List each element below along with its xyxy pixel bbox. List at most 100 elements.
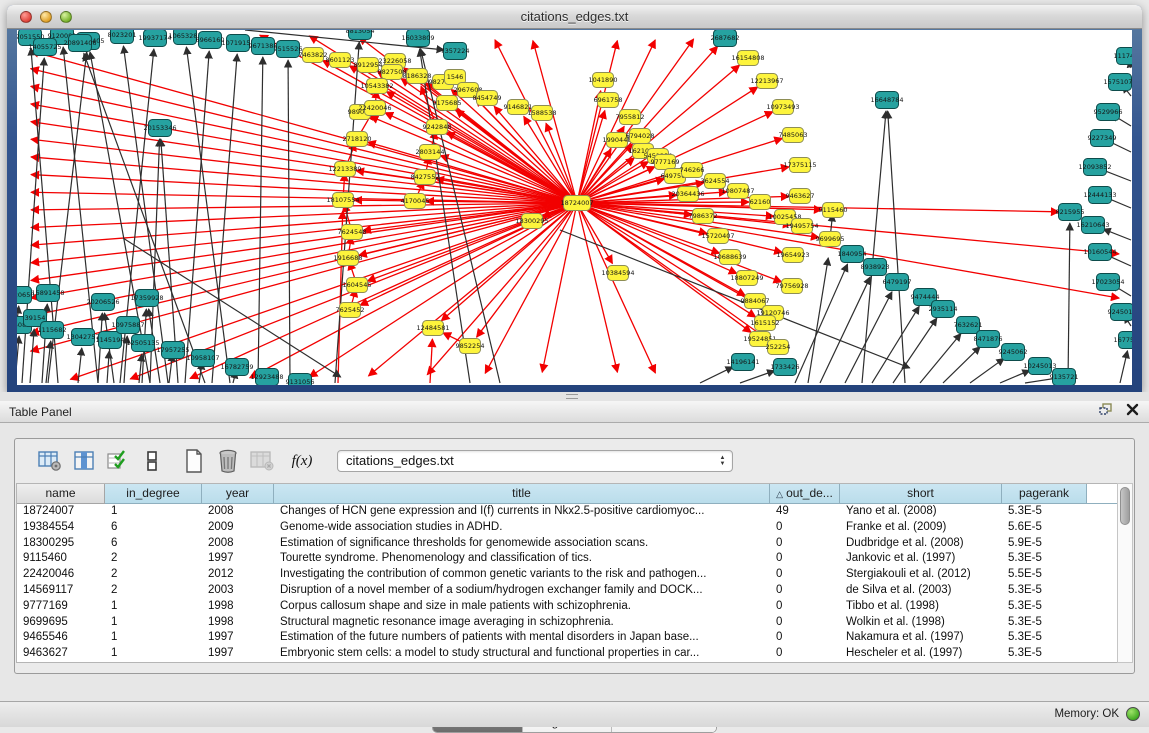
table-cell[interactable]: Genome-wide association studies in ADHD. bbox=[274, 520, 770, 536]
column-header-year[interactable]: year bbox=[202, 484, 274, 504]
graph-node[interactable]: 1733426 bbox=[771, 359, 800, 376]
table-cell[interactable]: 2 bbox=[105, 567, 202, 583]
graph-node[interactable]: 9245012 bbox=[1108, 304, 1132, 321]
citation-edge-black[interactable] bbox=[820, 277, 870, 383]
graph-node[interactable]: 14055725 bbox=[28, 39, 61, 56]
table-cell[interactable]: 1 bbox=[105, 599, 202, 615]
graph-node[interactable]: 7357224 bbox=[441, 43, 470, 60]
graph-node[interactable]: 20206526 bbox=[86, 294, 119, 311]
graph-node[interactable]: 1588538 bbox=[528, 106, 557, 121]
graph-node[interactable]: 19937174 bbox=[138, 30, 171, 47]
create-column-button[interactable] bbox=[179, 447, 209, 475]
graph-node[interactable]: 10688639 bbox=[713, 250, 746, 265]
graph-node[interactable]: 16648784 bbox=[870, 92, 903, 109]
table-cell[interactable]: Dudbridge et al. (2008) bbox=[840, 536, 1002, 552]
table-cell[interactable]: Embryonic stem cells: a model to study s… bbox=[274, 646, 770, 662]
network-canvas[interactable]: 2051550912009120811405802320114055725208… bbox=[17, 30, 1132, 385]
graph-node[interactable]: 4170045 bbox=[401, 194, 430, 209]
delete-column-button[interactable] bbox=[213, 447, 243, 475]
table-vertical-scrollbar[interactable] bbox=[1117, 483, 1133, 663]
graph-node[interactable]: 9175685 bbox=[433, 96, 462, 111]
graph-node[interactable]: 1117456 bbox=[1114, 48, 1132, 65]
citation-edge-black[interactable] bbox=[700, 367, 733, 383]
graph-node[interactable]: 7955812 bbox=[616, 110, 645, 125]
graph-node[interactable]: 9777169 bbox=[651, 155, 680, 170]
citation-edge-black[interactable] bbox=[1103, 229, 1131, 240]
table-cell[interactable]: 2008 bbox=[202, 536, 274, 552]
table-cell[interactable]: 14569117 bbox=[17, 583, 105, 599]
graph-node[interactable]: 9135721 bbox=[1050, 369, 1079, 386]
table-row[interactable]: 1830029562008Estimation of significance … bbox=[17, 536, 1119, 552]
table-cell[interactable]: 5.5E-5 bbox=[1002, 567, 1087, 583]
graph-node[interactable]: 9852254 bbox=[456, 339, 485, 354]
table-cell[interactable]: 2 bbox=[105, 583, 202, 599]
table-cell[interactable]: 1 bbox=[105, 504, 202, 520]
table-cell[interactable]: 9465546 bbox=[17, 630, 105, 646]
citation-edge-red[interactable] bbox=[250, 203, 577, 378]
graph-node[interactable]: 8023201 bbox=[108, 30, 137, 44]
table-cell[interactable]: 18724007 bbox=[17, 504, 105, 520]
citation-edge-black[interactable] bbox=[970, 358, 1004, 383]
table-cell[interactable]: Structural magnetic resonance image aver… bbox=[274, 615, 770, 631]
table-cell[interactable]: Estimation of the future numbers of pati… bbox=[274, 630, 770, 646]
graph-node[interactable]: 9131056 bbox=[286, 374, 315, 386]
graph-node[interactable]: 1604545 bbox=[343, 278, 372, 293]
table-cell[interactable]: 5.3E-5 bbox=[1002, 551, 1087, 567]
table-cell[interactable]: 6 bbox=[105, 536, 202, 552]
graph-node[interactable]: 8454749 bbox=[473, 91, 502, 106]
graph-node[interactable]: 17957255 bbox=[156, 342, 189, 359]
table-cell[interactable]: 0 bbox=[770, 599, 840, 615]
citation-edge-black[interactable] bbox=[258, 57, 263, 383]
table-cell[interactable]: 6 bbox=[105, 520, 202, 536]
table-cell[interactable]: 5.3E-5 bbox=[1002, 646, 1087, 662]
graph-node[interactable]: 10245013 bbox=[1023, 358, 1056, 375]
graph-node[interactable]: 16210643 bbox=[1076, 217, 1109, 234]
graph-node[interactable]: 746266 bbox=[680, 163, 705, 178]
citation-edge-black[interactable] bbox=[1068, 223, 1070, 383]
table-cell[interactable]: Stergiakouli et al. (2012) bbox=[840, 567, 1002, 583]
network-table-selector[interactable]: citations_edges.txt ▲▼ bbox=[337, 450, 733, 472]
graph-node[interactable]: 10958107 bbox=[186, 350, 219, 367]
graph-node[interactable]: 7485063 bbox=[779, 128, 808, 143]
graph-node[interactable]: 16033809 bbox=[401, 30, 434, 47]
citation-edge-black[interactable] bbox=[186, 47, 230, 383]
graph-node[interactable]: 8471876 bbox=[974, 331, 1003, 348]
graph-node[interactable]: 7463822 bbox=[299, 48, 328, 63]
graph-node[interactable]: 12505135 bbox=[126, 335, 159, 352]
scrollbar-thumb[interactable] bbox=[1120, 487, 1130, 525]
table-cell[interactable]: Hescheler et al. (1997) bbox=[840, 646, 1002, 662]
graph-node[interactable]: 9227349 bbox=[1088, 130, 1117, 147]
table-cell[interactable]: 1 bbox=[105, 630, 202, 646]
table-cell[interactable]: 9115460 bbox=[17, 551, 105, 567]
citation-edge-black[interactable] bbox=[740, 371, 775, 383]
graph-node[interactable]: 10160544 bbox=[1083, 244, 1116, 261]
citation-edge-black[interactable] bbox=[893, 318, 937, 383]
table-row[interactable]: 969969511998Structural magnetic resonanc… bbox=[17, 615, 1119, 631]
graph-node[interactable]: 1840954 bbox=[838, 246, 867, 263]
table-cell[interactable]: 5.3E-5 bbox=[1002, 599, 1087, 615]
citation-edge-black[interactable] bbox=[30, 329, 34, 383]
table-row[interactable]: 911546021997Tourette syndrome. Phenomeno… bbox=[17, 551, 1119, 567]
graph-node[interactable]: 7624548 bbox=[338, 225, 367, 240]
table-cell[interactable]: 1997 bbox=[202, 630, 274, 646]
citation-edge-black[interactable] bbox=[1000, 370, 1030, 383]
citation-edge-black[interactable] bbox=[139, 354, 142, 383]
graph-node[interactable]: 16782759 bbox=[220, 359, 253, 376]
table-cell[interactable]: Yano et al. (2008) bbox=[840, 504, 1002, 520]
table-cell[interactable]: 0 bbox=[770, 536, 840, 552]
column-header-title[interactable]: title bbox=[274, 484, 770, 504]
graph-node[interactable]: 2687682 bbox=[711, 30, 740, 47]
table-cell[interactable]: 22420046 bbox=[17, 567, 105, 583]
graph-node[interactable]: 8215955 bbox=[1056, 204, 1085, 221]
column-header-name[interactable]: name bbox=[17, 484, 105, 504]
table-cell[interactable]: 2 bbox=[105, 551, 202, 567]
table-cell[interactable]: 18300295 bbox=[17, 536, 105, 552]
table-cell[interactable]: 0 bbox=[770, 630, 840, 646]
graph-hub-node[interactable]: 18724007 bbox=[560, 196, 593, 211]
citation-edge-black[interactable] bbox=[185, 51, 209, 383]
citation-edge-red[interactable] bbox=[31, 69, 577, 203]
table-cell[interactable]: 2008 bbox=[202, 504, 274, 520]
table-cell[interactable]: 5.3E-5 bbox=[1002, 504, 1087, 520]
citation-edge-red[interactable] bbox=[430, 339, 432, 383]
citation-edge-red[interactable] bbox=[31, 203, 577, 298]
